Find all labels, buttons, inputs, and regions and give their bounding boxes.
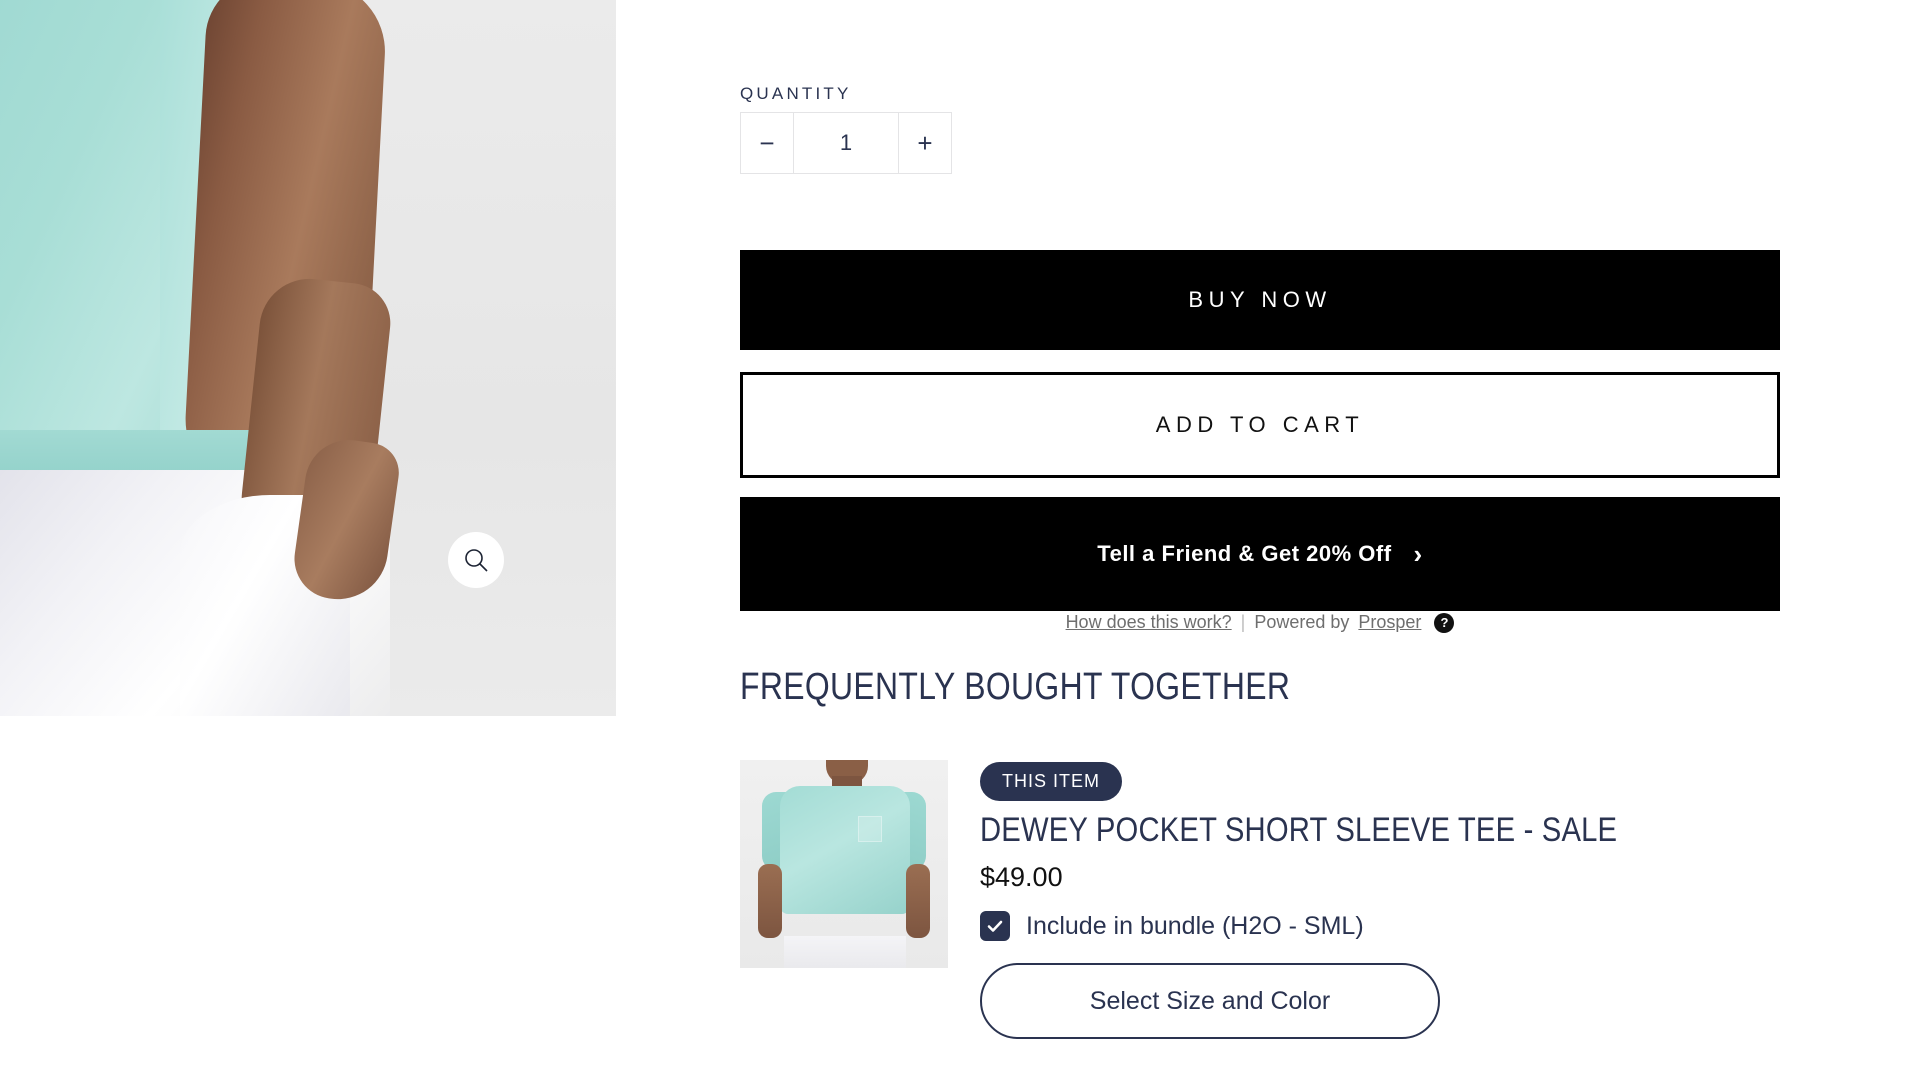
bundle-item-title[interactable]: DEWEY POCKET SHORT SLEEVE TEE - SALE: [980, 811, 1617, 850]
thumb-arm-left: [758, 864, 782, 938]
product-page: SML MED LRG XLG 2XL AR Guide QUANTITY −: [0, 0, 1920, 1080]
buy-now-button[interactable]: BUY NOW: [740, 250, 1780, 350]
thumb-arm-right: [906, 864, 930, 938]
plus-icon: +: [917, 127, 933, 158]
add-to-cart-button[interactable]: ADD TO CART: [740, 372, 1780, 478]
prosper-link[interactable]: Prosper: [1358, 612, 1421, 633]
quantity-stepper: − 1 +: [740, 112, 952, 174]
this-item-badge: THIS ITEM: [980, 762, 1122, 801]
referral-button[interactable]: Tell a Friend & Get 20% Off ›: [740, 497, 1780, 611]
bundle-item-thumbnail[interactable]: [740, 760, 948, 968]
select-size-and-color-button[interactable]: Select Size and Color: [980, 963, 1440, 1039]
include-in-bundle-checkbox[interactable]: [980, 911, 1010, 941]
quantity-decrement-button[interactable]: −: [741, 113, 793, 173]
footnote-separator: |: [1240, 612, 1246, 632]
product-hero-image[interactable]: [0, 0, 616, 716]
bundle-item-info: THIS ITEM DEWEY POCKET SHORT SLEEVE TEE …: [980, 760, 1721, 1039]
quantity-label: QUANTITY: [740, 84, 852, 103]
bundle-item-row: THIS ITEM DEWEY POCKET SHORT SLEEVE TEE …: [740, 760, 1721, 1039]
quantity-increment-button[interactable]: +: [899, 113, 951, 173]
check-icon: [987, 920, 1003, 932]
bundle-item-price: $49.00: [980, 862, 1063, 892]
image-zoom-button[interactable]: [448, 532, 504, 588]
minus-icon: −: [759, 127, 775, 158]
thumb-model-pants: [784, 936, 906, 968]
chevron-right-icon: ›: [1413, 539, 1423, 569]
help-icon[interactable]: ?: [1434, 612, 1455, 633]
referral-label: Tell a Friend & Get 20% Off: [1097, 541, 1392, 566]
frequently-bought-heading: FREQUENTLY BOUGHT TOGETHER: [740, 666, 1291, 708]
include-in-bundle-label: Include in bundle (H2O - SML): [1026, 911, 1364, 940]
how-does-this-work-link[interactable]: How does this work?: [1066, 612, 1232, 633]
search-icon: [465, 549, 488, 572]
quantity-input[interactable]: 1: [793, 113, 899, 173]
thumb-shirt-body: [780, 786, 910, 914]
include-in-bundle-row: Include in bundle (H2O - SML): [980, 911, 1721, 941]
powered-by-label: Powered by: [1254, 612, 1350, 632]
referral-footnote: How does this work? | Powered by Prosper…: [740, 612, 1780, 633]
thumb-shirt-pocket: [858, 816, 882, 842]
